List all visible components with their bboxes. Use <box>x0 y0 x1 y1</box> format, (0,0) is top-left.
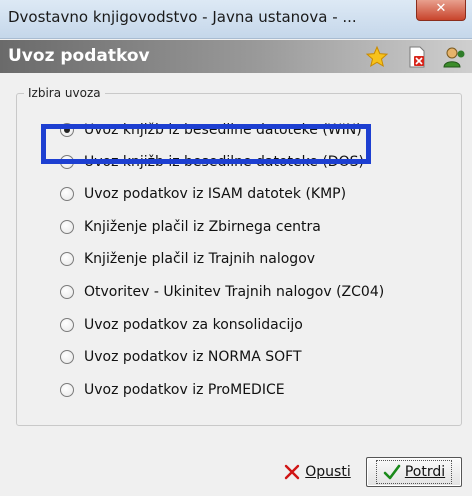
radio-button[interactable] <box>60 220 74 234</box>
option-payments-standing[interactable]: Knjiženje plačil iz Trajnih nalogov <box>60 246 315 272</box>
option-consolidation[interactable]: Uvoz podatkov za konsolidacijo <box>60 312 303 338</box>
dialog-header: Uvoz podatkov <box>0 40 472 73</box>
confirm-button[interactable]: Potrdi <box>366 457 462 487</box>
option-label: Uvoz podatkov za konsolidacijo <box>84 317 303 333</box>
close-button[interactable]: ✕ <box>416 0 466 21</box>
document-delete-icon[interactable] <box>405 45 429 69</box>
dialog-title: Uvoz podatkov <box>8 46 150 66</box>
person-icon[interactable] <box>442 45 466 69</box>
radio-button[interactable] <box>60 318 74 332</box>
option-label: Otvoritev - Ukinitev Trajnih nalogov (ZC… <box>84 284 385 300</box>
group-legend: Izbira uvoza <box>24 83 105 97</box>
option-label: Uvoz podatkov iz ProMEDICE <box>84 382 285 398</box>
radio-button[interactable] <box>60 252 74 266</box>
option-norma-soft[interactable]: Uvoz podatkov iz NORMA SOFT <box>60 344 302 370</box>
option-promedice[interactable]: Uvoz podatkov iz ProMEDICE <box>60 377 285 403</box>
radio-button[interactable] <box>60 187 74 201</box>
option-payments-central[interactable]: Knjiženje plačil iz Zbirnega centra <box>60 214 321 240</box>
cancel-button[interactable]: Opusti <box>276 457 358 487</box>
radio-button[interactable] <box>60 383 74 397</box>
window-titlebar: Dvostavno knjigovodstvo - Javna ustanova… <box>0 0 472 39</box>
window-title: Dvostavno knjigovodstvo - Javna ustanova… <box>8 8 357 26</box>
option-import-isam[interactable]: Uvoz podatkov iz ISAM datotek (KMP) <box>60 181 346 207</box>
option-open-close-standing[interactable]: Otvoritev - Ukinitev Trajnih nalogov (ZC… <box>60 279 384 305</box>
option-label: Knjiženje plačil iz Zbirnega centra <box>84 219 321 235</box>
cancel-x-icon <box>285 464 300 480</box>
option-label: Knjiženje plačil iz Trajnih nalogov <box>84 251 316 267</box>
star-icon[interactable] <box>365 45 389 69</box>
radio-button[interactable] <box>60 285 74 299</box>
option-label: Uvoz podatkov iz NORMA SOFT <box>84 349 302 365</box>
close-icon: ✕ <box>435 1 447 16</box>
dialog-body: Izbira uvoza Uvoz knjižb iz besedilne da… <box>0 73 472 496</box>
cancel-label: Opusti <box>305 464 351 480</box>
checkmark-icon <box>383 464 401 480</box>
selection-highlight <box>41 124 371 164</box>
option-label: Uvoz podatkov iz ISAM datotek (KMP) <box>84 186 347 202</box>
confirm-focus-frame: Potrdi <box>375 460 453 484</box>
confirm-label: Potrdi <box>404 464 446 480</box>
radio-button[interactable] <box>60 350 74 364</box>
